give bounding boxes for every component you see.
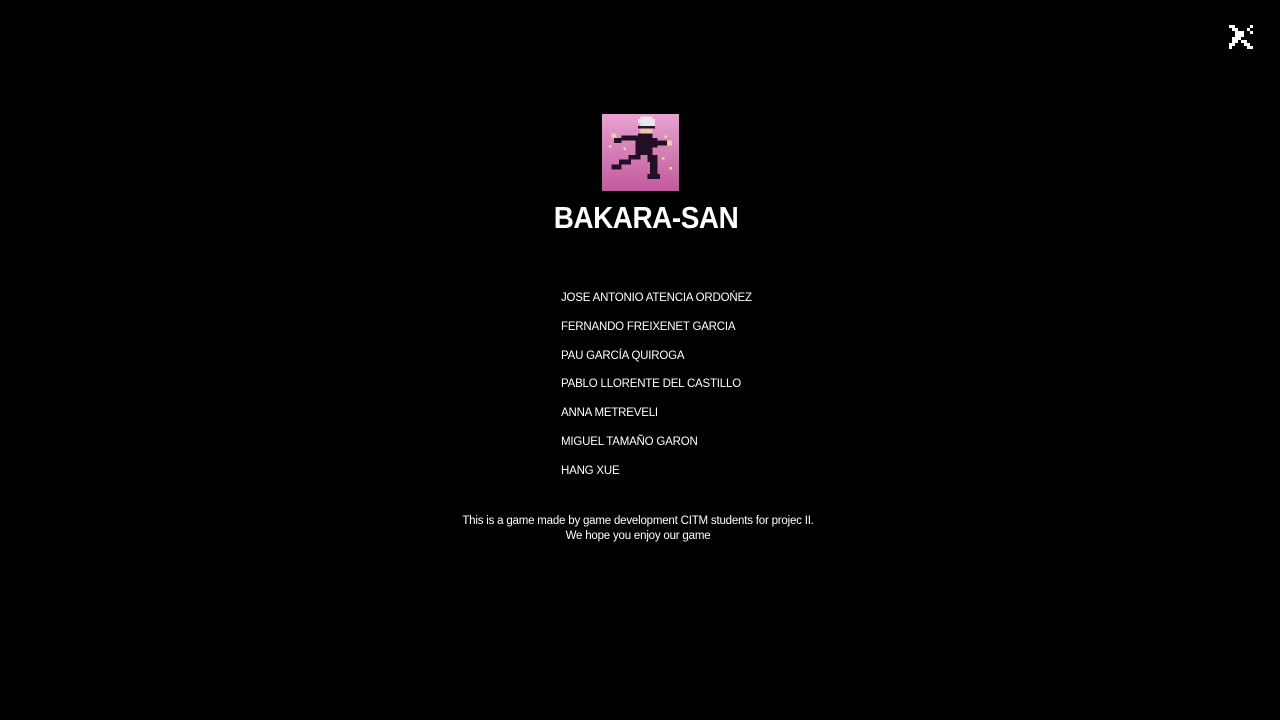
team-member: ANNA METREVELI: [561, 407, 658, 420]
team-member: PABLO LLORENTE DEL CASTILLO: [561, 378, 741, 391]
footer-line: This is a game made by game development …: [462, 515, 814, 527]
team-logo-pixel-character: [602, 114, 679, 191]
team-member: FERNANDO FREIXENET GARCIA: [561, 320, 736, 333]
team-member: MIGUEL TAMAÑO GARON: [561, 435, 698, 448]
footer-line: We hope you enjoy our game: [565, 530, 711, 542]
credits-screen: { "close_button": { "icon": "close-icon"…: [0, 0, 1280, 720]
team-member: JOSE ANTONIO ATENCIA ORDOŃEZ: [561, 292, 752, 304]
close-button[interactable]: [1226, 22, 1256, 52]
team-name-title: BAKARA-SAN: [553, 200, 739, 235]
team-member: HANG XUE: [561, 464, 620, 477]
credits-footer: This is a game made by game development …: [0, 514, 1276, 544]
team-member: PAU GARCÍA QUIROGA: [561, 349, 685, 362]
close-icon: [1229, 25, 1253, 49]
team-members-list: JOSE ANTONIO ATENCIA ORDOŃEZ FERNANDO FR…: [561, 288, 752, 490]
team-logo: [602, 114, 679, 191]
